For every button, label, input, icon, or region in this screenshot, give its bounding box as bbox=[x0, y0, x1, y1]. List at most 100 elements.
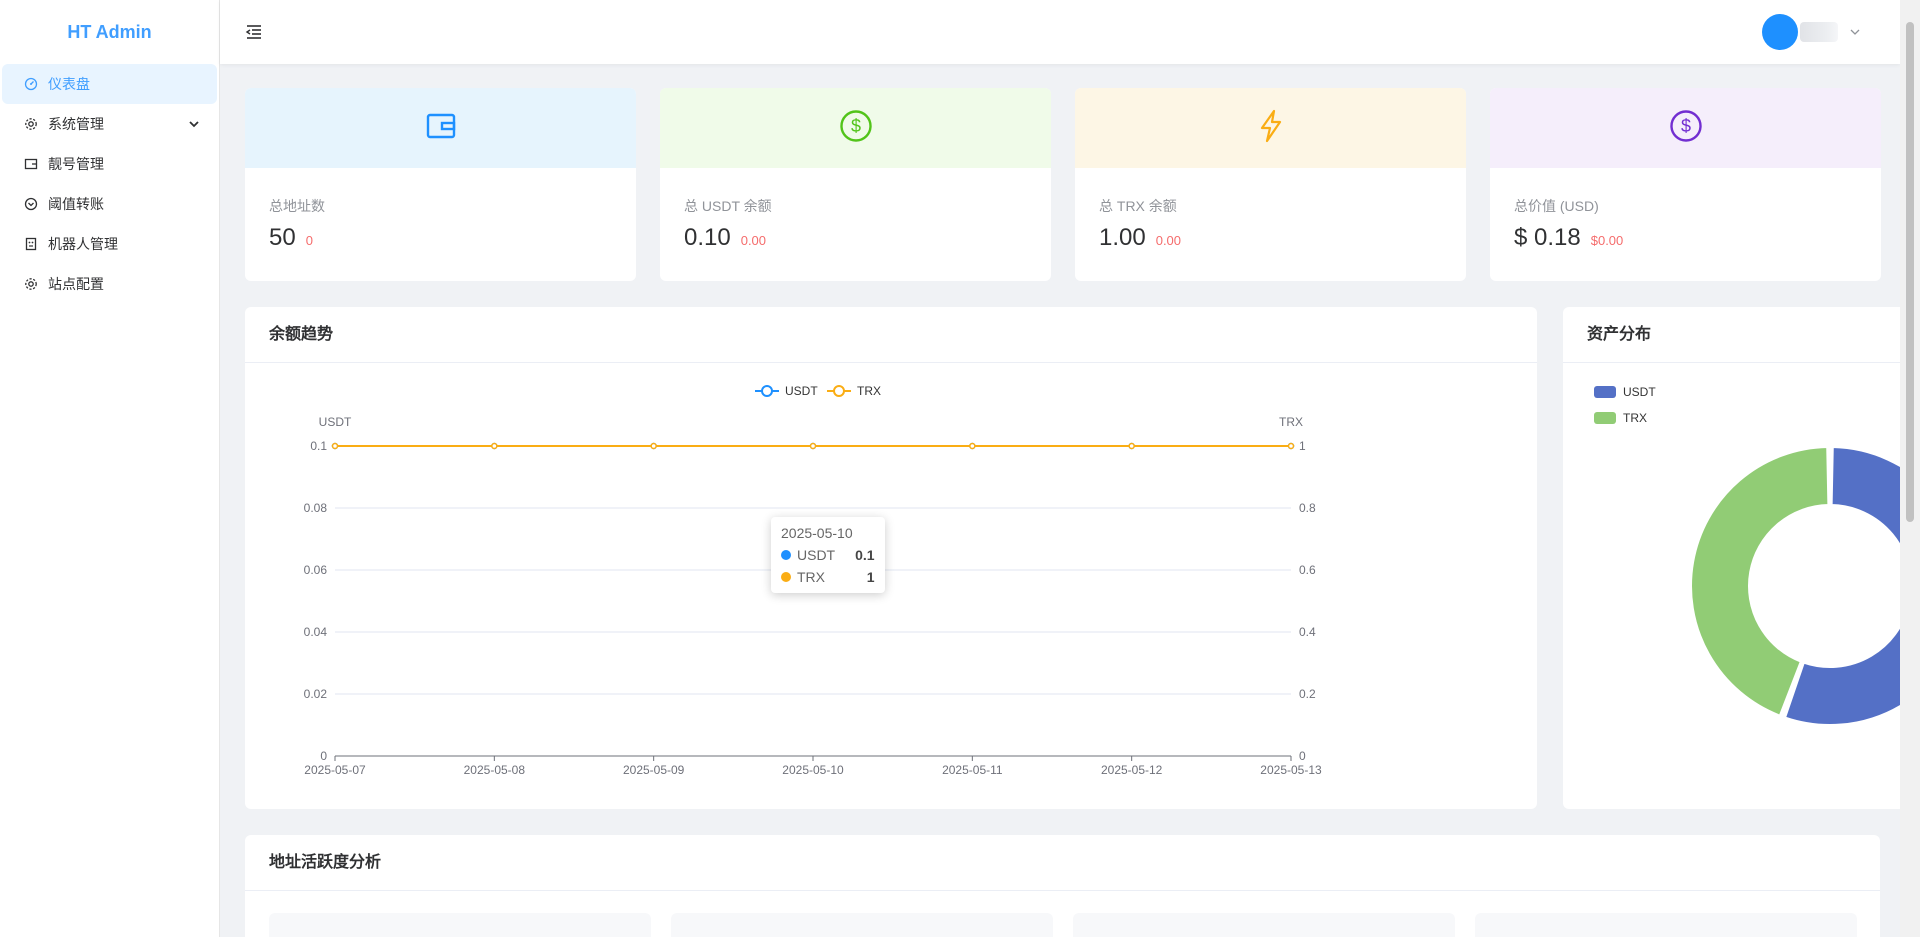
dollar-circle-icon: $ bbox=[839, 109, 873, 148]
dashboard-icon bbox=[24, 77, 38, 91]
chevron-down-icon[interactable] bbox=[1848, 25, 1862, 39]
activity-card bbox=[269, 913, 651, 937]
main-content: 总地址数 50 0 $ 总 USDT 余额 0.10 0.00 总 TRX 余额… bbox=[220, 64, 1900, 937]
transfer-icon bbox=[24, 197, 38, 211]
balance-trend-panel: 余额趋势 USDT TRX USDT TRX 0 0 0.02 0.2 0.04 0.4 0.06 0… bbox=[245, 307, 1537, 809]
stat-label: 总 USDT 余额 bbox=[684, 198, 772, 214]
y-tick-label-left: 0 bbox=[320, 749, 327, 763]
stat-label: 总价值 (USD) bbox=[1514, 198, 1599, 214]
tooltip-series-value: 1 bbox=[866, 569, 875, 585]
user-menu[interactable] bbox=[1762, 14, 1862, 50]
x-tick-label: 2025-05-07 bbox=[304, 763, 366, 777]
sidebar-item-site-config[interactable]: 站点配置 bbox=[0, 264, 219, 304]
x-tick-label: 2025-05-12 bbox=[1101, 763, 1163, 777]
tooltip-series-name: TRX bbox=[797, 569, 825, 585]
tooltip-row: USDT 0.1 bbox=[781, 547, 875, 563]
y-tick-label-left: 0.06 bbox=[304, 563, 328, 577]
sidebar-item-system[interactable]: 系统管理 bbox=[0, 104, 219, 144]
svg-text:$: $ bbox=[850, 116, 860, 136]
stat-label: 总 TRX 余额 bbox=[1099, 198, 1177, 214]
y-tick-label-left: 0.02 bbox=[304, 687, 328, 701]
data-point-trx bbox=[1287, 442, 1295, 450]
legend-swatch bbox=[1594, 386, 1616, 398]
username-placeholder bbox=[1800, 22, 1838, 42]
tooltip-date: 2025-05-10 bbox=[781, 525, 853, 541]
balance-trend-chart: USDT TRX USDT TRX 0 0 0.02 0.2 0.04 0.4 0.06 0.6 0.0… bbox=[304, 384, 1322, 777]
data-point-trx bbox=[809, 442, 817, 450]
menu-fold-icon[interactable] bbox=[244, 22, 264, 42]
stat-card-header bbox=[1075, 88, 1466, 168]
sidebar-item-label: 仪表盘 bbox=[48, 76, 90, 92]
stat-card-header bbox=[245, 88, 636, 168]
series-dot bbox=[781, 572, 791, 582]
stat-card-total-addresses: 总地址数 50 0 bbox=[245, 88, 636, 281]
stat-card-total-value: $ 总价值 (USD) $ 0.18 $0.00 bbox=[1490, 88, 1881, 281]
top-header bbox=[220, 0, 1900, 64]
sidebar-item-label: 阈值转账 bbox=[48, 196, 104, 212]
dollar-circle-icon: $ bbox=[1669, 109, 1703, 148]
x-tick-label: 2025-05-13 bbox=[1260, 763, 1322, 777]
scrollbar-thumb[interactable] bbox=[1906, 22, 1914, 522]
stat-card-usdt-balance: $ 总 USDT 余额 0.10 0.00 bbox=[660, 88, 1051, 281]
sidebar-item-vanity[interactable]: 靓号管理 bbox=[0, 144, 219, 184]
legend-label: TRX bbox=[857, 384, 881, 398]
stat-card-header: $ bbox=[1490, 88, 1881, 168]
page-scrollbar[interactable] bbox=[1900, 0, 1920, 937]
legend-marker bbox=[833, 385, 845, 397]
stat-delta: $0.00 bbox=[1590, 233, 1624, 248]
x-tick-label: 2025-05-11 bbox=[942, 763, 1003, 777]
lightning-icon bbox=[1256, 109, 1286, 148]
y-tick-label-right: 0 bbox=[1299, 749, 1306, 763]
asset-distribution-panel: 资产分布 USDT TRX bbox=[1563, 307, 1900, 809]
sidebar-item-threshold[interactable]: 阈值转账 bbox=[0, 184, 219, 224]
robot-icon bbox=[24, 237, 38, 251]
tooltip-row: TRX 1 bbox=[781, 569, 875, 585]
chevron-down-icon bbox=[187, 117, 201, 131]
y-tick-label-left: 0.04 bbox=[304, 625, 328, 639]
series-dot bbox=[781, 550, 791, 560]
stat-value-row: 0.10 0.00 bbox=[684, 224, 766, 252]
stat-delta: 0.00 bbox=[1155, 233, 1182, 248]
sidebar: HT Admin 仪表盘 系统管理 靓号管理 阈值转账 机器人管理 站点配置 bbox=[0, 0, 220, 937]
legend-swatch bbox=[1594, 412, 1616, 424]
stat-value: $ 0.18 bbox=[1514, 224, 1581, 251]
tooltip-series-value: 0.1 bbox=[855, 547, 875, 563]
stat-delta: 0 bbox=[305, 233, 313, 248]
sidebar-item-label: 系统管理 bbox=[48, 116, 104, 132]
gear-icon bbox=[24, 117, 38, 131]
x-tick-label: 2025-05-08 bbox=[464, 763, 526, 777]
avatar[interactable] bbox=[1762, 14, 1798, 50]
sidebar-item-dashboard[interactable]: 仪表盘 bbox=[2, 64, 217, 104]
activity-card bbox=[671, 913, 1053, 937]
x-tick-label: 2025-05-10 bbox=[782, 763, 844, 777]
wallet-icon bbox=[24, 157, 38, 171]
stat-value-row: $ 0.18 $0.00 bbox=[1514, 224, 1623, 252]
stat-value: 1.00 bbox=[1099, 224, 1146, 251]
stat-value: 50 bbox=[269, 224, 296, 251]
wallet-icon bbox=[425, 110, 457, 147]
stat-value: 0.10 bbox=[684, 224, 731, 251]
y-tick-label-right: 0.8 bbox=[1299, 501, 1316, 515]
y-axis-left-title: USDT bbox=[319, 415, 352, 429]
chart-tooltip: 2025-05-10 USDT 0.1 TRX 1 bbox=[771, 517, 885, 593]
sidebar-item-label: 靓号管理 bbox=[48, 156, 104, 172]
data-point-trx bbox=[650, 442, 657, 450]
panel-title: 余额趋势 bbox=[245, 307, 1537, 363]
gear-icon bbox=[24, 277, 38, 291]
data-point-trx bbox=[1128, 442, 1135, 450]
panel-title: 地址活跃度分析 bbox=[245, 835, 1880, 891]
x-tick-label: 2025-05-09 bbox=[623, 763, 685, 777]
legend-label: USDT bbox=[785, 384, 818, 398]
legend-label: USDT bbox=[1623, 385, 1656, 399]
panel-title: 资产分布 bbox=[1563, 307, 1900, 363]
activity-card bbox=[1475, 913, 1857, 937]
stat-delta: 0.00 bbox=[740, 233, 767, 248]
app-logo[interactable]: HT Admin bbox=[0, 0, 219, 64]
sidebar-item-robot[interactable]: 机器人管理 bbox=[0, 224, 219, 264]
activity-card bbox=[1073, 913, 1455, 937]
svg-text:$: $ bbox=[1680, 116, 1690, 136]
y-tick-label-left: 0.08 bbox=[304, 501, 328, 515]
stat-card-header: $ bbox=[660, 88, 1051, 168]
y-tick-label-right: 0.6 bbox=[1299, 563, 1316, 577]
y-tick-label-right: 1 bbox=[1299, 439, 1306, 453]
